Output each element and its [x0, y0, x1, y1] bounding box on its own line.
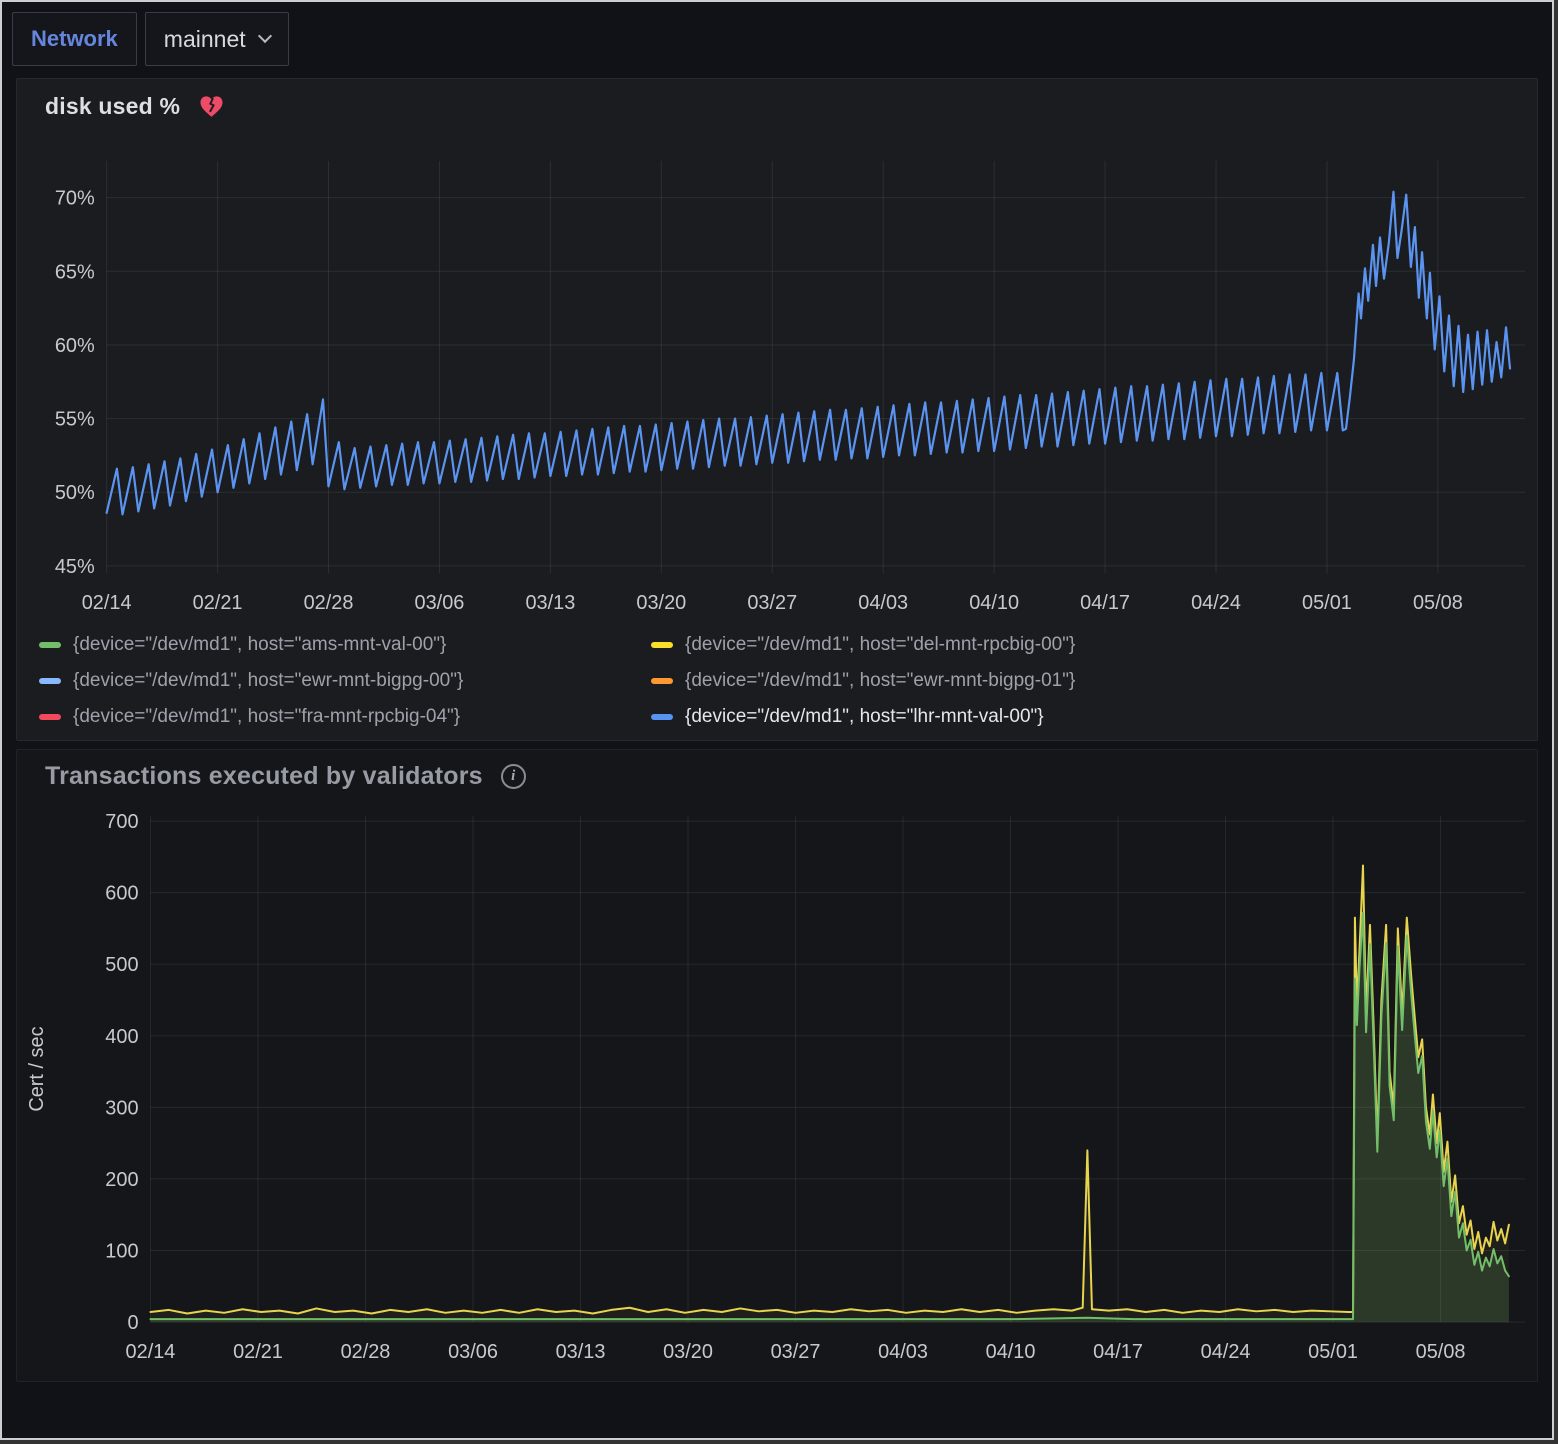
svg-text:02/28: 02/28: [341, 1341, 391, 1363]
svg-text:03/06: 03/06: [448, 1341, 498, 1363]
svg-text:04/24: 04/24: [1201, 1341, 1251, 1363]
series-label: {device="/dev/md1", host="ewr-mnt-bigpg-…: [685, 670, 1075, 692]
series-color-swatch: [39, 642, 61, 648]
legend-item-ewr1[interactable]: {device="/dev/md1", host="ewr-mnt-bigpg-…: [651, 670, 1537, 692]
disk-legend: {device="/dev/md1", host="ams-mnt-val-00…: [17, 626, 1537, 736]
svg-text:02/14: 02/14: [82, 592, 132, 614]
svg-text:03/06: 03/06: [415, 592, 465, 614]
svg-text:04/17: 04/17: [1080, 592, 1130, 614]
legend-item-ams[interactable]: {device="/dev/md1", host="ams-mnt-val-00…: [39, 634, 651, 656]
svg-text:50%: 50%: [55, 482, 95, 504]
dashboard-controls: Network mainnet: [2, 2, 1552, 74]
svg-text:03/13: 03/13: [556, 1341, 606, 1363]
svg-text:400: 400: [105, 1026, 138, 1048]
series-label: {device="/dev/md1", host="ams-mnt-val-00…: [73, 634, 446, 656]
svg-text:05/08: 05/08: [1413, 592, 1463, 614]
svg-text:04/24: 04/24: [1191, 592, 1241, 614]
series-label: {device="/dev/md1", host="lhr-mnt-val-00…: [685, 706, 1044, 728]
svg-text:02/21: 02/21: [233, 1341, 283, 1363]
transactions-panel: Transactions executed by validators i 02…: [16, 749, 1538, 1382]
svg-text:04/03: 04/03: [858, 592, 908, 614]
legend-item-fra[interactable]: {device="/dev/md1", host="fra-mnt-rpcbig…: [39, 706, 651, 728]
svg-text:60%: 60%: [55, 335, 95, 357]
svg-text:700: 700: [105, 811, 138, 833]
disk-used-chart[interactable]: 02/14 02/21 02/28 03/06 03/13 03/20 03/27 04/03…: [17, 126, 1537, 626]
svg-text:100: 100: [105, 1240, 138, 1262]
svg-text:02/28: 02/28: [304, 592, 354, 614]
broken-heart-icon: [198, 93, 225, 120]
panel-title-transactions[interactable]: Transactions executed by validators: [45, 762, 483, 791]
svg-text:Cert / sec: Cert / sec: [26, 1026, 48, 1111]
disk-used-panel: disk used % 02/14 02/21 02/28 03/06 03/13 03/…: [16, 78, 1538, 741]
series-color-swatch: [39, 714, 61, 720]
dashboard: Network mainnet disk used % 02/1402/2102…: [0, 0, 1554, 1440]
transactions-panel-header: Transactions executed by validators i: [17, 762, 1537, 791]
svg-text:03/27: 03/27: [771, 1341, 821, 1363]
svg-text:05/08: 05/08: [1416, 1341, 1466, 1363]
svg-text:04/17: 04/17: [1093, 1341, 1143, 1363]
series-label: {device="/dev/md1", host="fra-mnt-rpcbig…: [73, 706, 460, 728]
svg-text:05/01: 05/01: [1308, 1341, 1358, 1363]
svg-text:55%: 55%: [55, 409, 95, 431]
svg-text:03/13: 03/13: [525, 592, 575, 614]
info-icon[interactable]: i: [501, 764, 526, 789]
series-label: {device="/dev/md1", host="ewr-mnt-bigpg-…: [73, 670, 463, 692]
svg-text:45%: 45%: [55, 556, 95, 578]
legend-item-ewr0[interactable]: {device="/dev/md1", host="ewr-mnt-bigpg-…: [39, 670, 651, 692]
svg-text:03/27: 03/27: [747, 592, 797, 614]
series-color-swatch: [651, 678, 673, 684]
disk-used-panel-header: disk used %: [17, 93, 1537, 120]
svg-text:02/21: 02/21: [193, 592, 243, 614]
variable-network-value-dropdown[interactable]: mainnet: [145, 12, 289, 66]
variable-network-label: Network: [31, 26, 118, 52]
chevron-down-icon: [258, 29, 272, 43]
svg-text:300: 300: [105, 1097, 138, 1119]
svg-text:03/20: 03/20: [636, 592, 686, 614]
svg-text:0: 0: [127, 1312, 138, 1334]
svg-text:05/01: 05/01: [1302, 592, 1352, 614]
svg-text:70%: 70%: [55, 188, 95, 210]
series-color-swatch: [651, 642, 673, 648]
variable-network-value: mainnet: [164, 26, 246, 53]
svg-text:02/14: 02/14: [126, 1341, 176, 1363]
transactions-chart[interactable]: 02/14 02/21 02/28 03/06 03/13 03/20 03/27 04/03…: [17, 795, 1537, 1377]
svg-text:500: 500: [105, 954, 138, 976]
legend-item-lhr[interactable]: {device="/dev/md1", host="lhr-mnt-val-00…: [651, 706, 1537, 728]
svg-text:03/20: 03/20: [663, 1341, 713, 1363]
series-label: {device="/dev/md1", host="del-mnt-rpcbig…: [685, 634, 1075, 656]
series-color-swatch: [651, 714, 673, 720]
variable-network-label-box: Network: [12, 12, 137, 66]
svg-text:600: 600: [105, 883, 138, 905]
svg-text:04/10: 04/10: [969, 592, 1019, 614]
svg-text:65%: 65%: [55, 261, 95, 283]
svg-text:200: 200: [105, 1169, 138, 1191]
legend-item-del[interactable]: {device="/dev/md1", host="del-mnt-rpcbig…: [651, 634, 1537, 656]
svg-text:04/03: 04/03: [878, 1341, 928, 1363]
svg-text:04/10: 04/10: [986, 1341, 1036, 1363]
series-color-swatch: [39, 678, 61, 684]
panel-title-disk[interactable]: disk used %: [45, 93, 180, 120]
